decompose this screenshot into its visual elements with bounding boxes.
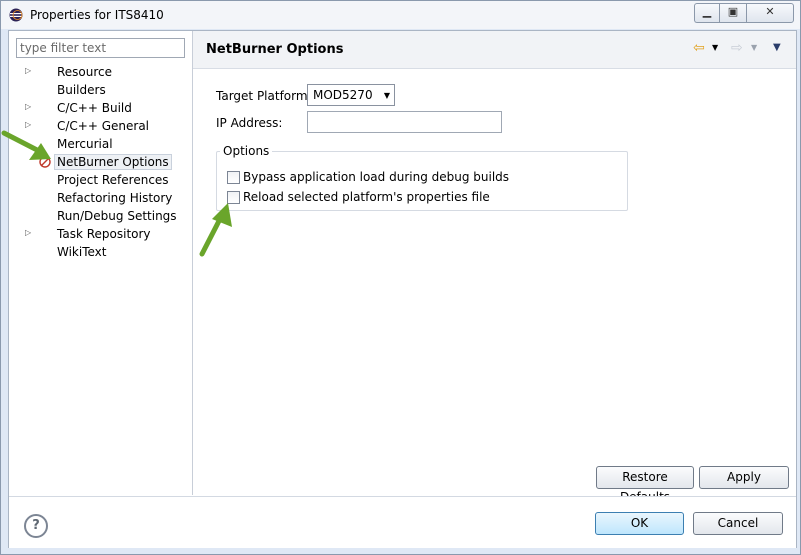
filter-input[interactable] — [16, 38, 185, 58]
properties-window: Properties for ITS8410 ▁ ▣ ✕ ▷ Resource … — [0, 0, 801, 555]
tree-item-resource[interactable]: ▷ Resource — [9, 63, 192, 81]
target-platform-label: Target Platform: — [216, 89, 312, 103]
tree-item-task-repository[interactable]: ▷ Task Repository — [9, 225, 192, 243]
tree-item-label: C/C++ Build — [57, 101, 132, 115]
page-title: NetBurner Options — [206, 42, 344, 57]
expand-arrow-icon[interactable]: ▷ — [25, 228, 31, 237]
minimize-icon: ▁ — [702, 5, 712, 18]
forward-arrow-icon[interactable]: ⇨ — [731, 40, 743, 56]
tree-item-wikitext[interactable]: WikiText — [9, 243, 192, 261]
restore-defaults-button[interactable]: Restore Defaults — [596, 466, 694, 504]
maximize-icon: ▣ — [727, 5, 739, 18]
chevron-down-icon: ▼ — [383, 91, 390, 100]
target-platform-value: MOD5270 — [313, 88, 373, 102]
green-arrow-annotation-icon — [199, 203, 232, 257]
tree-item-run-debug-settings[interactable]: Run/Debug Settings — [9, 207, 192, 225]
bypass-checkbox[interactable] — [227, 171, 240, 184]
tree-item-label: Resource — [57, 65, 113, 79]
options-group-title: Options — [220, 144, 273, 158]
green-arrow-annotation-icon — [1, 130, 51, 160]
cancel-button[interactable]: Cancel — [693, 512, 783, 535]
ip-address-input[interactable] — [307, 111, 502, 133]
expand-arrow-icon[interactable]: ▷ — [25, 66, 31, 75]
dialog-content: ▷ Resource Builders ▷ C/C++ Build ▷ C/C+… — [8, 30, 797, 548]
page-header: NetBurner Options ⇦ ▼ ⇨ ▼ ▼ — [193, 31, 796, 69]
expand-arrow-icon[interactable]: ▷ — [25, 120, 31, 129]
help-icon[interactable]: ? — [24, 514, 48, 538]
ip-address-label: IP Address: — [216, 116, 283, 130]
navigation-pane: ▷ Resource Builders ▷ C/C++ Build ▷ C/C+… — [9, 31, 193, 495]
close-button[interactable]: ✕ — [746, 3, 794, 23]
tree-item-label: Mercurial — [57, 137, 113, 151]
history-nav: ⇦ ▼ ⇨ ▼ ▼ — [693, 40, 788, 56]
reload-label: Reload selected platform's properties fi… — [243, 190, 490, 204]
tree-item-label: Task Repository — [57, 227, 151, 241]
bypass-label: Bypass application load during debug bui… — [243, 170, 510, 184]
eclipse-app-icon — [9, 8, 23, 22]
tree-item-label: WikiText — [57, 245, 107, 259]
title-bar[interactable]: Properties for ITS8410 ▁ ▣ ✕ — [1, 1, 800, 29]
tree-item-label: Refactoring History — [57, 191, 173, 205]
tree-item-label: Run/Debug Settings — [57, 209, 177, 223]
view-menu-icon[interactable]: ▼ — [773, 42, 781, 53]
tree-item-builders[interactable]: Builders — [9, 81, 192, 99]
forward-menu-icon[interactable]: ▼ — [751, 43, 757, 52]
tree-item-label: Builders — [57, 83, 106, 97]
tree-item-cpp-build[interactable]: ▷ C/C++ Build — [9, 99, 192, 117]
expand-arrow-icon[interactable]: ▷ — [25, 102, 31, 111]
ok-button[interactable]: OK — [595, 512, 684, 535]
maximize-button[interactable]: ▣ — [719, 3, 747, 23]
tree-item-project-references[interactable]: Project References — [9, 171, 192, 189]
close-icon: ✕ — [765, 5, 775, 18]
tree-item-label: NetBurner Options — [54, 154, 172, 170]
apply-button[interactable]: Apply — [699, 466, 789, 489]
tree-item-label: C/C++ General — [57, 119, 150, 133]
window-title: Properties for ITS8410 — [30, 8, 164, 22]
tree-item-refactoring-history[interactable]: Refactoring History — [9, 189, 192, 207]
property-page: NetBurner Options ⇦ ▼ ⇨ ▼ ▼ Target Platf… — [193, 31, 796, 504]
minimize-button[interactable]: ▁ — [694, 3, 719, 23]
back-arrow-icon[interactable]: ⇦ — [693, 40, 705, 56]
tree-item-label: Project References — [57, 173, 169, 187]
dialog-footer: ? OK Cancel — [9, 496, 796, 548]
back-menu-icon[interactable]: ▼ — [712, 43, 718, 52]
target-platform-select[interactable]: MOD5270 ▼ — [307, 84, 395, 106]
